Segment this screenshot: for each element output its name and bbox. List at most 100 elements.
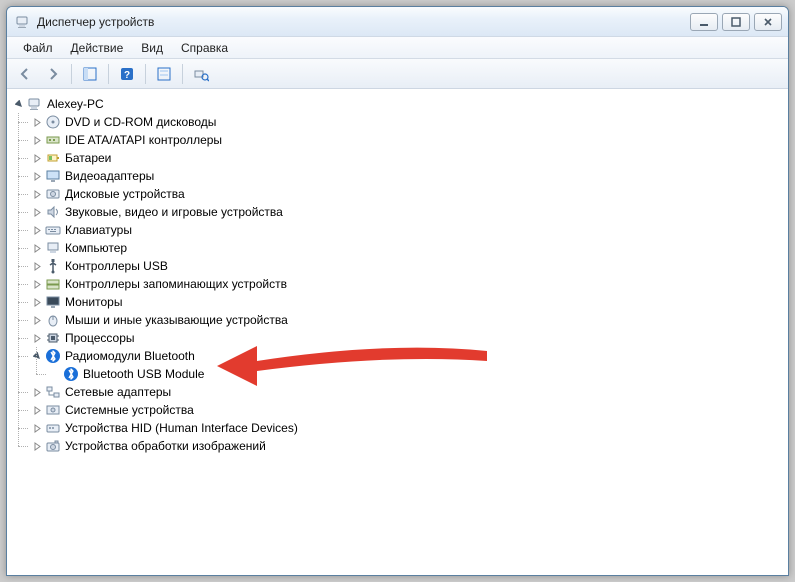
tree-node[interactable]: Сетевые адаптеры [29,383,784,401]
display-icon [45,168,61,184]
tree-node[interactable]: Устройства обработки изображений [29,437,784,455]
close-button[interactable] [754,13,782,31]
tree-panel[interactable]: Alexey-PC DVD и CD-ROM дисководы IDE ATA… [7,89,788,575]
svg-text:?: ? [124,70,130,81]
tree-expander-icon[interactable] [31,116,43,128]
tree-node-label: Контроллеры запоминающих устройств [65,277,287,291]
tree-expander-icon[interactable] [31,224,43,236]
tree-expander-icon[interactable] [31,386,43,398]
menu-action[interactable]: Действие [63,39,132,57]
tree-node[interactable]: Компьютер [29,239,784,257]
keyboard-icon [45,222,61,238]
tree-node[interactable]: Звуковые, видео и игровые устройства [29,203,784,221]
tree-node-label: DVD и CD-ROM дисководы [65,115,216,129]
tree-node-label: Радиомодули Bluetooth [65,349,195,363]
tree-node[interactable]: Дисковые устройства [29,185,784,203]
tree-node-label: Контроллеры USB [65,259,168,273]
tree-node[interactable]: DVD и CD-ROM дисководы [29,113,784,131]
ide-icon [45,132,61,148]
tree-expander-icon[interactable] [13,98,25,110]
show-hide-console-tree-button[interactable] [78,62,102,86]
bluetooth-icon [63,366,79,382]
tree-expander-icon[interactable] [31,422,43,434]
tree-node-label: Alexey-PC [47,97,104,111]
tree-node-label: Сетевые адаптеры [65,385,171,399]
tree-node-label: Дисковые устройства [65,187,185,201]
tree-expander-icon[interactable] [31,152,43,164]
tree-node[interactable]: Контроллеры USB [29,257,784,275]
minimize-button[interactable] [690,13,718,31]
imaging-icon [45,438,61,454]
tree-node[interactable]: Батареи [29,149,784,167]
tree-node-label: Звуковые, видео и игровые устройства [65,205,283,219]
tree-node[interactable]: Устройства HID (Human Interface Devices) [29,419,784,437]
mouse-icon [45,312,61,328]
tree-expander-icon[interactable] [31,134,43,146]
back-button[interactable] [13,62,37,86]
tree-expander-icon[interactable] [31,440,43,452]
computer-icon [27,96,43,112]
maximize-button[interactable] [722,13,750,31]
help-button[interactable]: ? [115,62,139,86]
menu-view[interactable]: Вид [133,39,171,57]
tree-node[interactable]: Системные устройства [29,401,784,419]
tree-node-label: Мыши и иные указывающие устройства [65,313,288,327]
tree-node-label: Bluetooth USB Module [83,367,204,381]
storage-icon [45,276,61,292]
disc-icon [45,114,61,130]
tree-node[interactable]: IDE ATA/ATAPI контроллеры [29,131,784,149]
toolbar-separator [145,64,146,84]
hid-icon [45,420,61,436]
window-title: Диспетчер устройств [37,15,690,29]
menu-file[interactable]: Файл [15,39,61,57]
device-manager-window: Диспетчер устройств Файл Действие Вид Сп… [6,6,789,576]
tree-node[interactable]: Bluetooth USB Module [47,365,784,383]
tree-node[interactable]: Радиомодули Bluetooth Bluetooth USB Modu… [29,347,784,383]
system-icon [45,402,61,418]
tree-expander-icon[interactable] [31,314,43,326]
cpu-icon [45,330,61,346]
battery-icon [45,150,61,166]
tree-node-label: Мониторы [65,295,122,309]
tree-expander-icon[interactable] [31,206,43,218]
usb-icon [45,258,61,274]
app-icon [15,14,31,30]
titlebar[interactable]: Диспетчер устройств [7,7,788,37]
disk-icon [45,186,61,202]
tree-expander-icon[interactable] [31,242,43,254]
tree-expander-icon[interactable] [31,260,43,272]
tree-node-label: Устройства HID (Human Interface Devices) [65,421,298,435]
tree-root-node[interactable]: Alexey-PC DVD и CD-ROM дисководы IDE ATA… [11,95,784,455]
tree-node[interactable]: Мониторы [29,293,784,311]
tree-node-label: Системные устройства [65,403,194,417]
tree-node[interactable]: Процессоры [29,329,784,347]
tree-expander-icon[interactable] [31,170,43,182]
tree-node-label: Клавиатуры [65,223,132,237]
tree-node-label: IDE ATA/ATAPI контроллеры [65,133,222,147]
tree-node-label: Видеоадаптеры [65,169,154,183]
tree-node[interactable]: Клавиатуры [29,221,784,239]
tree-expander-icon[interactable] [31,296,43,308]
scan-hardware-button[interactable] [189,62,213,86]
forward-button[interactable] [41,62,65,86]
computer-icon [45,240,61,256]
sound-icon [45,204,61,220]
toolbar: ? [7,59,788,89]
tree-node-label: Компьютер [65,241,127,255]
tree-expander-icon[interactable] [31,188,43,200]
toolbar-separator [108,64,109,84]
tree-expander-icon[interactable] [31,278,43,290]
tree-node-label: Батареи [65,151,111,165]
network-icon [45,384,61,400]
tree-node[interactable]: Мыши и иные указывающие устройства [29,311,784,329]
tree-expander-icon[interactable] [31,350,43,362]
tree-expander-icon[interactable] [31,404,43,416]
tree-expander-icon[interactable] [31,332,43,344]
monitor-icon [45,294,61,310]
window-controls [690,13,782,31]
menu-help[interactable]: Справка [173,39,236,57]
tree-node[interactable]: Контроллеры запоминающих устройств [29,275,784,293]
properties-button[interactable] [152,62,176,86]
tree-node[interactable]: Видеоадаптеры [29,167,784,185]
bluetooth-icon [45,348,61,364]
